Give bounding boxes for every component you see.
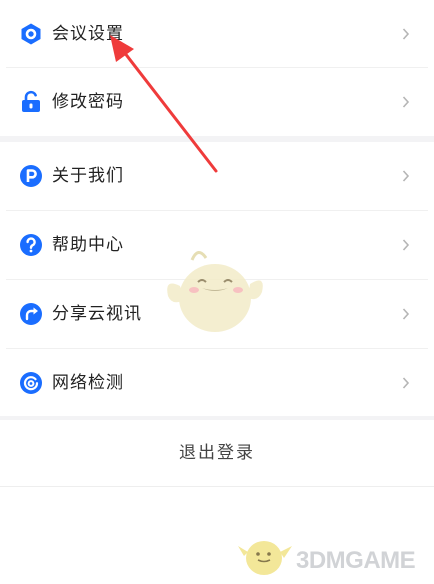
chevron-right-icon [402,169,410,183]
chevron-right-icon [402,238,410,252]
chevron-right-icon [402,95,410,109]
menu-item-share[interactable]: 分享云视讯 [0,280,434,348]
chevron-right-icon [402,376,410,390]
chevron-right-icon [402,27,410,41]
menu-item-network-test[interactable]: 网络检测 [0,349,434,417]
menu-item-label: 网络检测 [52,373,124,393]
chevron-right-icon [402,307,410,321]
mascot-icon [238,541,292,575]
menu-item-label: 帮助中心 [52,235,124,255]
menu-item-label: 关于我们 [52,166,124,186]
watermark-text: 3DMGAME [296,547,416,574]
p-circle-icon [19,164,43,188]
menu-item-about-us[interactable]: 关于我们 [0,142,434,210]
menu-item-meeting-settings[interactable]: 会议设置 [0,0,434,68]
menu-item-help-center[interactable]: 帮助中心 [0,211,434,279]
menu-item-label: 修改密码 [52,92,124,112]
menu-item-label: 分享云视讯 [52,304,142,324]
lock-icon [19,90,43,114]
logout-button[interactable]: 退出登录 [0,420,434,486]
section-separator [0,486,434,487]
share-circle-icon [19,302,43,326]
gear-hex-icon [19,22,43,46]
menu-item-change-password[interactable]: 修改密码 [0,68,434,136]
question-circle-icon [19,233,43,257]
network-circle-icon [19,371,43,395]
menu-item-label: 会议设置 [52,24,124,44]
